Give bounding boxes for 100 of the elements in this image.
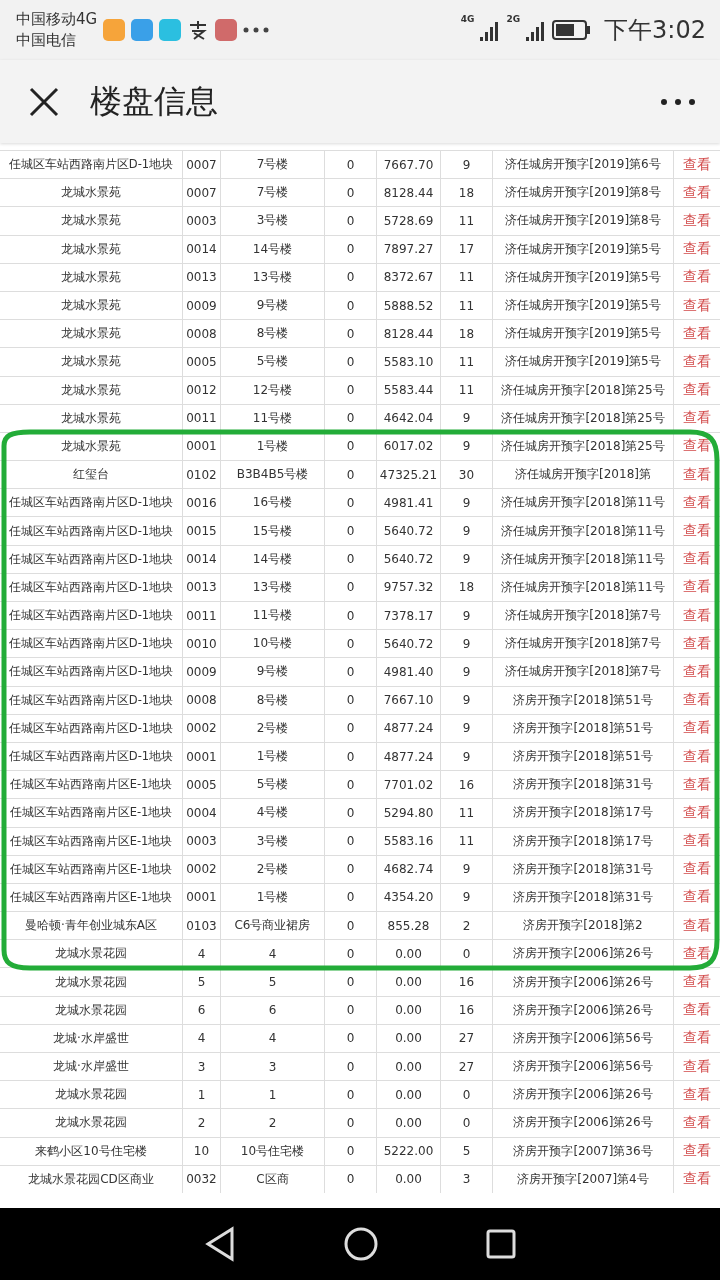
table-cell: 0008 [186,326,217,341]
view-link[interactable]: 查看 [683,268,711,287]
table-cell: 0005 [186,354,217,369]
table-cell: 龙城水景苑 [61,353,121,371]
table-cell: 18 [458,185,475,200]
network-label: 4G [460,14,475,24]
table-cell: 11 [458,298,475,313]
table-cell: 0007 [186,185,217,200]
table-cell: 济任城房开预字[2019]第8号 [505,184,661,202]
table-cell: 0 [346,946,355,961]
table-cell: 16 [458,1003,475,1018]
view-link[interactable]: 查看 [683,888,711,907]
table-cell: 4981.40 [383,664,434,679]
view-link[interactable]: 查看 [683,296,711,315]
table-cell: 0.00 [395,1059,422,1074]
table-cell: 9 [462,693,471,708]
table-cell: 0002 [186,721,217,736]
table-cell: 9 [462,495,471,510]
table-cell: 0014 [186,242,217,257]
table-cell: 济任城房开预字[2019]第5号 [505,268,661,286]
view-link[interactable]: 查看 [683,916,711,935]
view-link[interactable]: 查看 [683,381,711,400]
table-cell: 济房开预字[2006]第56号 [513,1058,653,1076]
table-cell: 9 [462,721,471,736]
table-cell: 5583.44 [383,383,434,398]
table-cell: 5 [197,975,206,990]
view-link[interactable]: 查看 [683,183,711,202]
view-link[interactable]: 查看 [683,719,711,738]
table-cell: 5640.72 [383,636,434,651]
view-link[interactable]: 查看 [683,662,711,681]
table-cell: 0 [462,946,471,961]
table-cell: 任城区车站西路南片区D-1地块 [8,749,174,765]
view-link[interactable]: 查看 [683,1170,711,1189]
view-link[interactable]: 查看 [683,944,711,963]
table-cell: 济任城房开预字[2018]第25号 [501,409,665,427]
view-link[interactable]: 查看 [683,522,711,541]
back-icon[interactable] [203,1226,236,1262]
table-cell: 济任城房开预字[2018]第11号 [501,578,665,596]
recents-icon[interactable] [486,1229,517,1259]
table-cell: 0 [346,1087,355,1102]
table-cell: 龙城水景花园 [55,1086,127,1104]
view-link[interactable]: 查看 [683,352,711,371]
table-cell: 4 [268,1031,277,1046]
view-link[interactable]: 查看 [683,606,711,625]
view-link[interactable]: 查看 [683,324,711,343]
view-link[interactable]: 查看 [683,578,711,597]
table-cell: 任城区车站西路南片区D-1地块 [8,608,174,624]
table-cell: 0013 [186,580,217,595]
table-cell: 4 [197,1031,206,1046]
view-link[interactable]: 查看 [683,437,711,456]
view-link[interactable]: 查看 [683,550,711,569]
app-icon [103,19,126,41]
view-link[interactable]: 查看 [683,803,711,822]
view-link[interactable]: 查看 [683,409,711,428]
table-cell: 3号楼 [256,832,289,850]
view-link[interactable]: 查看 [683,493,711,512]
table-cell: 9 [462,749,471,764]
table-cell: 855.28 [387,918,430,933]
view-link[interactable]: 查看 [683,465,711,484]
table-cell: 4 [197,946,206,961]
table-cell: 济房开预字[2018]第2 [523,917,643,935]
view-link[interactable]: 查看 [683,973,711,992]
view-link[interactable]: 查看 [683,860,711,879]
view-link[interactable]: 查看 [683,1085,711,1104]
table-cell: 0 [346,213,355,228]
home-icon[interactable] [343,1226,379,1262]
table-cell: 0001 [186,749,217,764]
table-cell: 0 [346,383,355,398]
table-cell: 济房开预字[2007]第4号 [517,1170,649,1188]
table-cell: 9 [462,636,471,651]
view-link[interactable]: 查看 [683,775,711,794]
view-link[interactable]: 查看 [683,211,711,230]
view-link[interactable]: 查看 [683,1057,711,1076]
table-cell: 济房开预字[2006]第26号 [513,1086,653,1104]
view-link[interactable]: 查看 [683,1142,711,1161]
table-cell: 18 [458,580,475,595]
view-link[interactable]: 查看 [683,155,711,174]
table-cell: 济房开预字[2018]第17号 [513,832,653,850]
view-link[interactable]: 查看 [683,832,711,851]
table-cell: 0 [346,298,355,313]
table-cell: 济任城房开预字[2018]第 [515,466,651,484]
table-cell: 济任城房开预字[2018]第25号 [501,437,665,455]
table-cell: 0.00 [395,1115,422,1130]
view-link[interactable]: 查看 [683,240,711,259]
table-cell: 5888.52 [383,298,434,313]
view-link[interactable]: 查看 [683,1029,711,1048]
table-cell: 27 [458,1059,475,1074]
view-link[interactable]: 查看 [683,691,711,710]
view-link[interactable]: 查看 [683,634,711,653]
table-cell: 4981.41 [383,495,434,510]
view-link[interactable]: 查看 [683,747,711,766]
network-label: 2G [506,14,521,24]
view-link[interactable]: 查看 [683,1001,711,1020]
table-cell: 济房开预字[2018]第31号 [513,776,653,794]
table-cell: 龙城水景花园 [55,1001,127,1019]
table-cell: 济房开预字[2018]第31号 [513,860,653,878]
table-cell: 11号楼 [252,409,293,427]
view-link[interactable]: 查看 [683,1113,711,1132]
table-cell: 17 [458,242,475,257]
table-cell: 龙城水景苑 [61,437,121,455]
